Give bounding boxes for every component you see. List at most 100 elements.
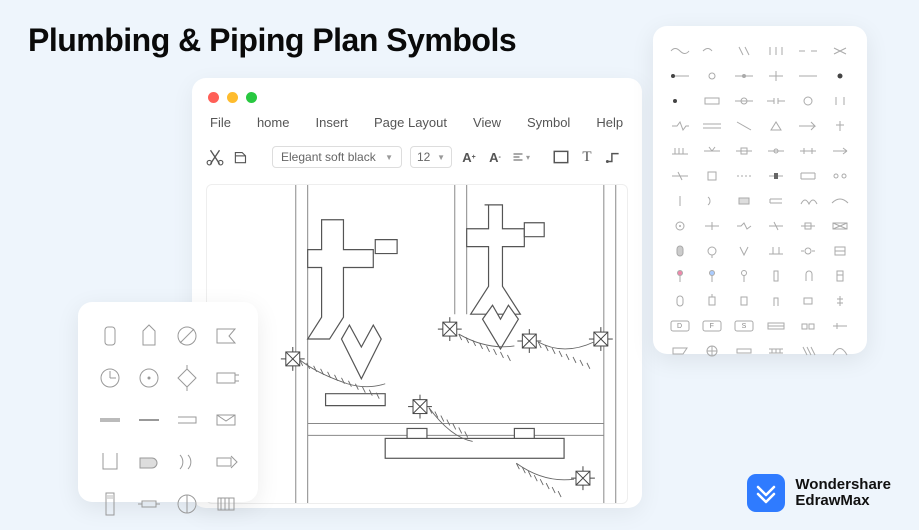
font-size-dropdown[interactable]: 12 ▼ [410,146,452,168]
format-painter-icon[interactable] [232,148,250,166]
rp-symbol[interactable] [731,242,757,260]
symbol-bar[interactable] [97,407,123,438]
rp-symbol[interactable] [667,292,693,310]
rp-symbol[interactable] [763,42,789,60]
rp-symbol[interactable] [827,267,853,285]
symbol-cylinder[interactable] [97,323,123,354]
symbol-circle-dot[interactable] [136,365,162,396]
symbol-flag[interactable] [213,323,239,354]
connector-tool-icon[interactable] [604,148,622,166]
rectangle-tool-icon[interactable] [552,148,570,166]
rp-symbol[interactable] [699,42,725,60]
rp-symbol[interactable] [699,242,725,260]
menu-page-layout[interactable]: Page Layout [374,115,447,130]
rp-symbol[interactable] [699,267,725,285]
rp-symbol[interactable] [827,217,853,235]
rp-symbol-d[interactable]: D [667,317,693,335]
symbol-vent[interactable] [213,491,239,522]
increase-font-icon[interactable]: A+ [460,148,478,166]
symbol-line[interactable] [136,407,162,438]
rp-symbol[interactable] [731,292,757,310]
rp-symbol[interactable] [827,292,853,310]
symbol-diamond-port[interactable] [174,365,200,396]
symbol-envelope[interactable] [213,407,239,438]
symbol-pipe-arrow[interactable] [213,449,239,480]
symbol-u-shape[interactable] [97,449,123,480]
rp-symbol[interactable] [827,67,853,85]
symbol-connector[interactable] [136,491,162,522]
rp-symbol[interactable] [699,92,725,110]
rp-symbol[interactable] [667,67,693,85]
rp-symbol[interactable] [827,92,853,110]
rp-symbol[interactable] [763,217,789,235]
symbol-socket[interactable] [213,365,239,396]
font-family-dropdown[interactable]: Elegant soft black ▼ [272,146,402,168]
rp-symbol[interactable] [667,267,693,285]
window-close-button[interactable] [208,92,219,103]
rp-symbol[interactable] [827,167,853,185]
menu-file[interactable]: File [210,115,231,130]
rp-symbol[interactable] [667,167,693,185]
rp-symbol[interactable] [699,192,725,210]
menu-symbol[interactable]: Symbol [527,115,570,130]
rp-symbol[interactable] [699,67,725,85]
rp-symbol[interactable] [699,167,725,185]
rp-symbol[interactable] [763,142,789,160]
rp-symbol[interactable] [763,242,789,260]
rp-symbol[interactable] [699,292,725,310]
rp-symbol[interactable] [763,67,789,85]
rp-symbol[interactable] [827,117,853,135]
symbol-clock[interactable] [97,365,123,396]
symbol-tall-rect[interactable] [97,491,123,522]
symbol-dual-arc[interactable] [174,449,200,480]
rp-symbol[interactable] [731,117,757,135]
rp-symbol[interactable] [731,267,757,285]
decrease-font-icon[interactable]: A- [486,148,504,166]
rp-symbol[interactable] [827,192,853,210]
menu-help[interactable]: Help [596,115,623,130]
cut-icon[interactable] [206,148,224,166]
rp-symbol[interactable] [763,317,789,335]
rp-symbol[interactable] [731,142,757,160]
menu-view[interactable]: View [473,115,501,130]
rp-symbol[interactable] [667,142,693,160]
rp-symbol[interactable] [763,167,789,185]
rp-symbol[interactable] [763,292,789,310]
align-icon[interactable]: ▾ [512,148,530,166]
rp-symbol[interactable] [795,317,821,335]
rp-symbol[interactable] [795,192,821,210]
rp-symbol[interactable] [667,242,693,260]
rp-symbol[interactable] [731,217,757,235]
rp-symbol[interactable] [699,217,725,235]
rp-symbol[interactable] [667,117,693,135]
rp-symbol[interactable] [763,192,789,210]
rp-symbol[interactable] [795,292,821,310]
rp-symbol[interactable] [731,167,757,185]
rp-symbol[interactable] [667,342,693,360]
rp-symbol[interactable] [795,342,821,360]
rp-symbol[interactable] [763,342,789,360]
menu-insert[interactable]: Insert [315,115,348,130]
symbol-tray[interactable] [174,407,200,438]
rp-symbol[interactable] [731,192,757,210]
rp-symbol[interactable] [795,267,821,285]
rp-symbol[interactable] [667,42,693,60]
drawing-canvas[interactable] [206,184,628,504]
symbol-vessel[interactable] [136,323,162,354]
rp-symbol[interactable] [795,117,821,135]
rp-symbol[interactable] [827,342,853,360]
menu-home[interactable]: home [257,115,290,130]
rp-symbol[interactable] [667,192,693,210]
rp-symbol[interactable] [699,142,725,160]
text-tool-icon[interactable]: T [578,148,596,166]
rp-symbol[interactable] [827,317,853,335]
rp-symbol[interactable] [731,92,757,110]
rp-symbol[interactable] [827,142,853,160]
rp-symbol[interactable] [731,42,757,60]
symbol-bullet[interactable] [136,449,162,480]
rp-symbol[interactable] [667,217,693,235]
rp-symbol-f[interactable]: F [699,317,725,335]
rp-symbol[interactable] [731,67,757,85]
symbol-split-circle[interactable] [174,491,200,522]
rp-symbol[interactable] [795,167,821,185]
